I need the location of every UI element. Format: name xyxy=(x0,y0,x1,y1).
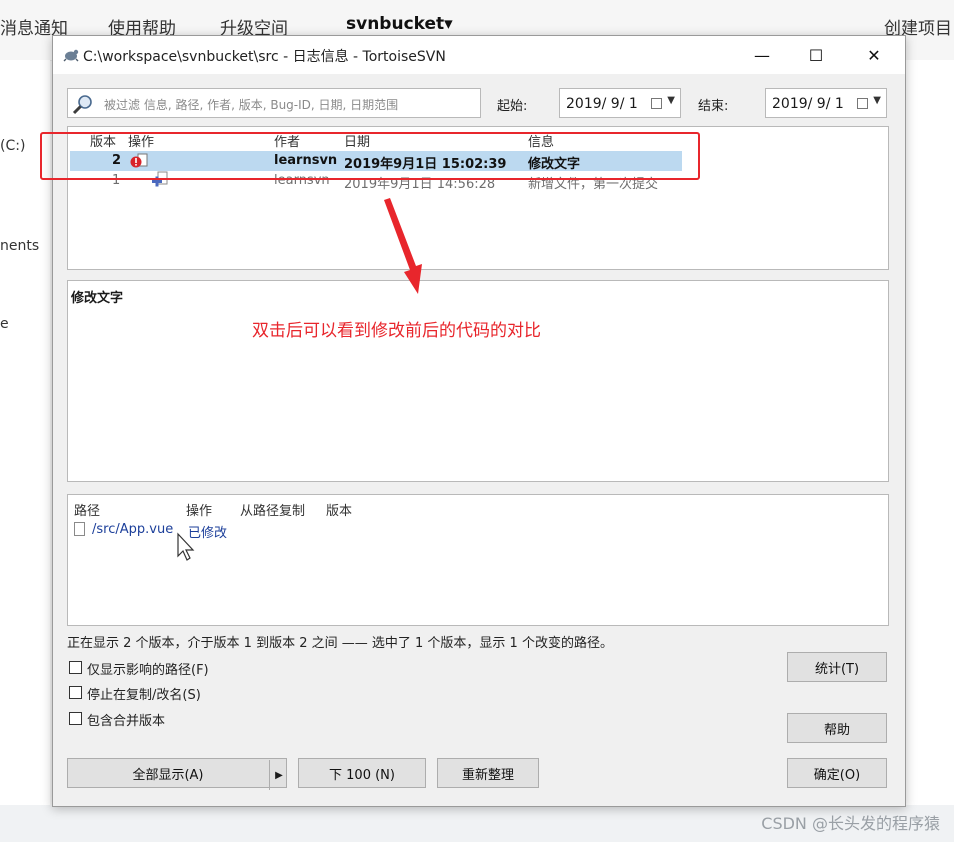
filter-placeholder: 被过滤 信息, 路径, 作者, 版本, Bug-ID, 日期, 日期范围 xyxy=(104,98,399,112)
statistics-label: 统计(T) xyxy=(814,661,860,677)
ok-button[interactable]: 确定(O) xyxy=(787,758,887,788)
annotation-text: 双击后可以看到修改前后的代码的对比 xyxy=(252,321,541,341)
bg-left-documents: nents xyxy=(0,238,40,254)
filter-input[interactable]: 被过滤 信息, 路径, 作者, 版本, Bug-ID, 日期, 日期范围 xyxy=(67,88,481,118)
search-icon xyxy=(72,95,92,115)
bg-left-item: e xyxy=(0,316,9,332)
background-right-panel xyxy=(904,60,954,842)
date-from-picker[interactable]: 2019/ 9/ 1 ▼ xyxy=(559,88,681,118)
next-100-label: 下 100 (N) xyxy=(329,767,395,783)
col-header-action[interactable]: 操作 xyxy=(186,500,212,519)
col-header-copyfrom[interactable]: 从路径复制 xyxy=(240,500,305,519)
annotation-arrow-icon xyxy=(384,198,422,294)
refresh-button[interactable]: 重新整理 xyxy=(437,758,539,788)
close-button[interactable]: ✕ xyxy=(851,36,897,74)
checkbox-stop-on-copy[interactable] xyxy=(69,686,82,699)
calendar-icon xyxy=(857,98,868,109)
date-to-picker[interactable]: 2019/ 9/ 1 ▼ xyxy=(765,88,887,118)
checkbox-affected-paths[interactable] xyxy=(69,661,82,674)
log-message-pane[interactable]: 修改文字 xyxy=(67,280,889,482)
date-from-value: 2019/ 9/ 1 xyxy=(566,96,638,112)
chevron-down-icon: ▼ xyxy=(873,95,881,106)
checkbox-include-merged-label[interactable]: 包含合并版本 xyxy=(87,710,165,729)
calendar-icon xyxy=(651,98,662,109)
chevron-down-icon: ▼ xyxy=(667,95,675,106)
statistics-button[interactable]: 统计(T) xyxy=(787,652,887,682)
close-icon: ✕ xyxy=(867,45,881,65)
next-100-button[interactable]: 下 100 (N) xyxy=(298,758,426,788)
file-icon xyxy=(74,522,85,536)
maximize-icon: ☐ xyxy=(808,45,824,65)
tortoisesvn-app-icon xyxy=(63,49,79,62)
minimize-icon: — xyxy=(754,45,770,65)
col-header-revision[interactable]: 版本 xyxy=(326,500,352,519)
show-all-button[interactable]: 全部显示(A) xyxy=(67,758,287,788)
ok-label: 确定(O) xyxy=(813,767,861,783)
status-text: 正在显示 2 个版本，介于版本 1 到版本 2 之间 —— 选中了 1 个版本，… xyxy=(67,636,613,651)
date-to-label: 结束: xyxy=(698,99,729,114)
date-to-value: 2019/ 9/ 1 xyxy=(772,96,844,112)
checkbox-include-merged[interactable] xyxy=(69,712,82,725)
date-from-label: 起始: xyxy=(497,99,528,114)
bg-nav-project[interactable]: svnbucket▾ xyxy=(346,14,453,34)
help-button[interactable]: 帮助 xyxy=(787,713,887,743)
col-header-path[interactable]: 路径 xyxy=(74,500,100,519)
maximize-button[interactable]: ☐ xyxy=(793,36,839,74)
mouse-cursor-icon xyxy=(177,532,195,561)
annotation-highlight-box xyxy=(40,132,700,180)
title-bar[interactable]: C:\workspace\svnbucket\src - 日志信息 - Tort… xyxy=(53,36,905,74)
watermark: CSDN @长头发的程序猿 xyxy=(761,814,940,833)
triangle-right-icon: ▶ xyxy=(275,769,283,781)
bg-left-drive: (C:) xyxy=(0,138,26,154)
changed-path[interactable]: /src/App.vue xyxy=(92,522,173,537)
minimize-button[interactable]: — xyxy=(739,36,785,74)
show-all-label: 全部显示(A) xyxy=(132,767,204,783)
log-message-text: 修改文字 xyxy=(71,291,124,306)
window-title: C:\workspace\svnbucket\src - 日志信息 - Tort… xyxy=(83,49,446,65)
help-label: 帮助 xyxy=(823,722,850,738)
checkbox-affected-paths-label[interactable]: 仅显示影响的路径(F) xyxy=(87,659,209,678)
show-all-dropdown-button[interactable]: ▶ xyxy=(269,760,288,790)
checkbox-stop-on-copy-label[interactable]: 停止在复制/改名(S) xyxy=(87,684,201,703)
refresh-label: 重新整理 xyxy=(461,767,514,783)
